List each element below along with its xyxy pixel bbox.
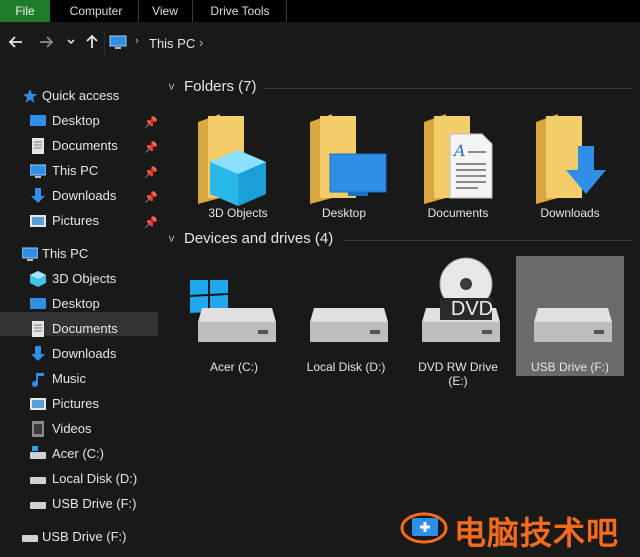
music-note-icon xyxy=(30,371,46,388)
folder-documents[interactable]: A Documents xyxy=(404,108,512,228)
download-arrow-icon xyxy=(30,346,46,362)
sidebar-label: Downloads xyxy=(52,188,117,203)
documents-icon xyxy=(30,321,46,337)
drive-local-disk-d-icon xyxy=(310,308,388,342)
pin-icon[interactable]: 📌 xyxy=(144,116,158,129)
folder-documents-icon: A xyxy=(424,114,493,204)
sidebar-label: Local Disk (D:) xyxy=(52,471,138,486)
address-bar[interactable]: › This PC › xyxy=(104,29,640,59)
folder-3d-objects-icon xyxy=(198,114,266,206)
sidebar-label: Videos xyxy=(52,421,92,436)
dvd-badge: DVD xyxy=(450,298,494,320)
pictures-icon xyxy=(30,396,46,412)
sidebar-label: Pictures xyxy=(52,396,99,411)
pin-icon[interactable]: 📌 xyxy=(144,141,158,154)
drive-icon xyxy=(30,496,46,512)
divider xyxy=(264,88,632,89)
breadcrumb-chevron-icon: › xyxy=(135,35,139,47)
drive-icon xyxy=(22,529,38,545)
sidebar-label: Desktop xyxy=(52,113,100,128)
tile-label: USB Drive (F:) xyxy=(531,360,609,374)
this-pc-icon xyxy=(21,246,39,262)
drive-acer-c[interactable]: Acer (C:) xyxy=(180,256,288,376)
drive-dvd-rw-e[interactable]: DVD DVD RW Drive (E:) xyxy=(404,256,512,388)
sidebar-label: USB Drive (F:) xyxy=(42,529,127,544)
section-title: Devices and drives (4) xyxy=(184,230,334,247)
breadcrumb-this-pc[interactable]: This PC xyxy=(149,36,195,51)
pin-icon[interactable]: 📌 xyxy=(144,216,158,229)
up-arrow-icon[interactable] xyxy=(84,34,100,54)
svg-text:A: A xyxy=(452,141,466,160)
folder-downloads-icon xyxy=(536,114,606,204)
star-icon xyxy=(22,88,38,104)
tile-label: Desktop xyxy=(321,206,367,220)
back-arrow-icon[interactable] xyxy=(8,34,24,54)
sidebar-label: Music xyxy=(52,371,86,386)
drive-acer-c-icon xyxy=(190,280,276,342)
sidebar-label: Documents xyxy=(52,321,118,336)
tab-file[interactable]: File xyxy=(0,0,50,22)
tab-computer[interactable]: Computer xyxy=(58,0,134,22)
this-pc-icon xyxy=(29,163,47,179)
tile-label: Documents xyxy=(427,206,489,220)
divider xyxy=(344,240,632,241)
drive-icon xyxy=(30,471,46,487)
folder-3d-objects[interactable]: 3D Objects xyxy=(184,108,292,228)
ribbon: File Computer View Drive Tools xyxy=(0,0,640,22)
tab-separator xyxy=(138,0,139,22)
desktop-icon xyxy=(30,296,46,312)
tab-separator xyxy=(286,0,287,22)
watermark-logo-icon xyxy=(400,512,448,544)
tile-label: Local Disk (D:) xyxy=(306,360,386,374)
section-title: Folders (7) xyxy=(184,78,257,95)
folder-downloads[interactable]: Downloads xyxy=(516,108,624,228)
pin-icon[interactable]: 📌 xyxy=(144,166,158,179)
tab-separator xyxy=(192,0,193,22)
tab-view[interactable]: View xyxy=(142,0,188,22)
this-pc-icon xyxy=(109,35,127,54)
watermark-text: 电脑技术吧 xyxy=(454,515,620,551)
chevron-down-icon: ˅ xyxy=(168,232,176,246)
sidebar-label: Desktop xyxy=(52,296,100,311)
recent-locations-chevron-icon[interactable] xyxy=(66,34,76,58)
folder-desktop-icon xyxy=(310,114,387,204)
tile-label: DVD RW Drive xyxy=(418,360,498,374)
tile-label: 3D Objects xyxy=(208,206,268,220)
tile-label: Acer (C:) xyxy=(210,360,258,374)
drive-icon xyxy=(30,446,46,462)
sidebar-label: 3D Objects xyxy=(52,271,117,286)
forward-arrow-icon[interactable] xyxy=(38,34,54,54)
sidebar-label: This PC xyxy=(42,246,89,261)
chevron-down-icon: ˅ xyxy=(168,80,176,94)
drive-usb-f[interactable]: USB Drive (F:) xyxy=(516,256,624,376)
tile-label: Downloads xyxy=(540,206,600,220)
desktop-icon xyxy=(30,113,46,129)
cube-icon xyxy=(30,271,46,287)
drive-usb-f-icon xyxy=(534,308,612,342)
navigation-pane: Quick access Desktop 📌 Documents 📌 This … xyxy=(0,70,158,557)
sidebar-label: Documents xyxy=(52,138,118,153)
tab-drive-tools[interactable]: Drive Tools xyxy=(196,0,284,22)
tile-label-drive-letter: (E:) xyxy=(448,374,468,388)
sidebar-label: Downloads xyxy=(52,346,117,361)
folder-desktop[interactable]: Desktop xyxy=(290,108,398,228)
pictures-icon xyxy=(30,213,46,229)
sidebar-label: Quick access xyxy=(42,88,120,103)
sidebar-label: Pictures xyxy=(52,213,99,228)
breadcrumb-chevron-icon[interactable]: › xyxy=(199,35,203,50)
documents-icon xyxy=(30,138,46,154)
pin-icon[interactable]: 📌 xyxy=(144,191,158,204)
film-icon xyxy=(30,421,46,437)
sidebar-label: This PC xyxy=(52,163,99,178)
content-pane: ˅ Folders (7) 3D Objects Desktop A Docum… xyxy=(158,70,640,557)
drive-local-disk-d[interactable]: Local Disk (D:) xyxy=(292,256,400,376)
sidebar-label: Acer (C:) xyxy=(52,446,104,461)
download-arrow-icon xyxy=(30,188,46,204)
watermark: 电脑技术吧 xyxy=(398,506,640,551)
sidebar-label: USB Drive (F:) xyxy=(52,496,137,511)
